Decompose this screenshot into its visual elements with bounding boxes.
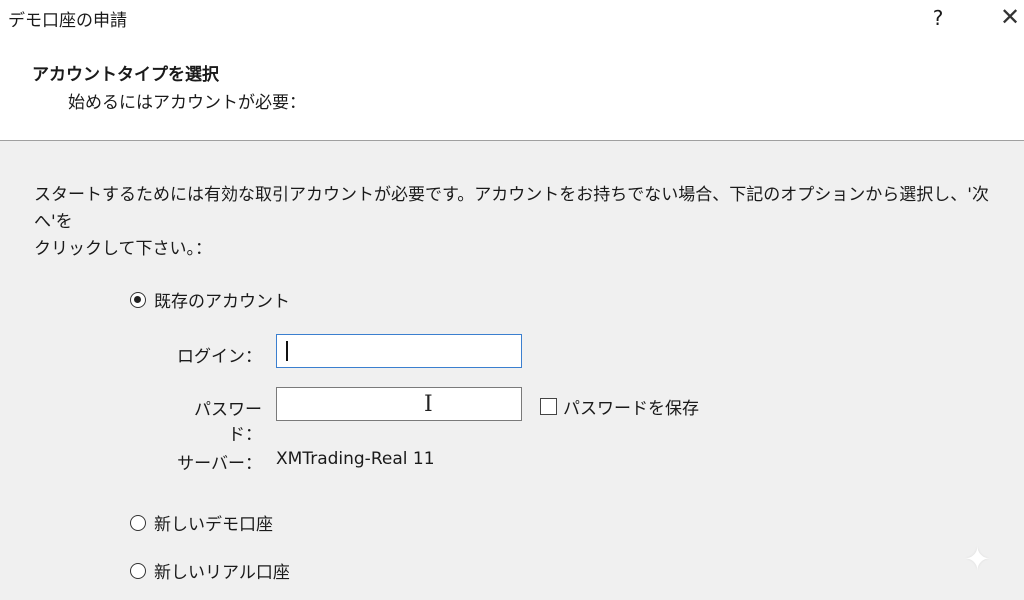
radio-existing-account[interactable]: 既存のアカウント <box>130 287 290 312</box>
login-label: ログイン： <box>177 347 262 367</box>
sparkle-icon: ✦ <box>964 540 991 578</box>
close-button[interactable]: ✕ <box>996 2 1024 32</box>
radio-button-checked-icon[interactable] <box>130 291 146 308</box>
text-caret <box>286 341 288 361</box>
dialog-header: デモ口座の申請 ? ✕ アカウントタイプを選択 始めるにはアカウントが必要： <box>0 0 1024 141</box>
password-label: パスワード： <box>194 400 262 445</box>
radio-new-real-label: 新しいリアル口座 <box>154 563 290 583</box>
instructions-line-2: クリックして下さい。： <box>34 239 212 259</box>
login-input[interactable] <box>276 334 522 368</box>
window-title: デモ口座の申請 <box>8 11 127 31</box>
radio-button-icon[interactable] <box>130 514 146 531</box>
section-title: アカウントタイプを選択 <box>32 65 219 85</box>
checkbox-icon[interactable] <box>540 398 557 415</box>
instructions-line-1: スタートするためには有効な取引アカウントが必要です。アカウントをお持ちでない場合… <box>34 185 989 232</box>
password-input[interactable] <box>276 387 522 421</box>
server-label: サーバー： <box>177 454 262 474</box>
text-cursor-icon: I <box>424 392 433 417</box>
save-password-label: パスワードを保存 <box>563 399 699 419</box>
radio-new-real[interactable]: 新しいリアル口座 <box>130 558 290 583</box>
radio-new-demo[interactable]: 新しいデモ口座 <box>130 510 273 535</box>
server-value: XMTrading-Real 11 <box>276 449 435 469</box>
radio-existing-account-label: 既存のアカウント <box>154 292 290 312</box>
section-subtitle: 始めるにはアカウントが必要： <box>68 93 306 113</box>
radio-new-demo-label: 新しいデモ口座 <box>154 515 273 535</box>
radio-button-icon[interactable] <box>130 562 146 579</box>
help-button[interactable]: ? <box>928 4 948 32</box>
instructions-text: スタートするためには有効な取引アカウントが必要です。アカウントをお持ちでない場合… <box>34 182 1004 263</box>
save-password-checkbox[interactable]: パスワードを保存 <box>540 394 699 419</box>
